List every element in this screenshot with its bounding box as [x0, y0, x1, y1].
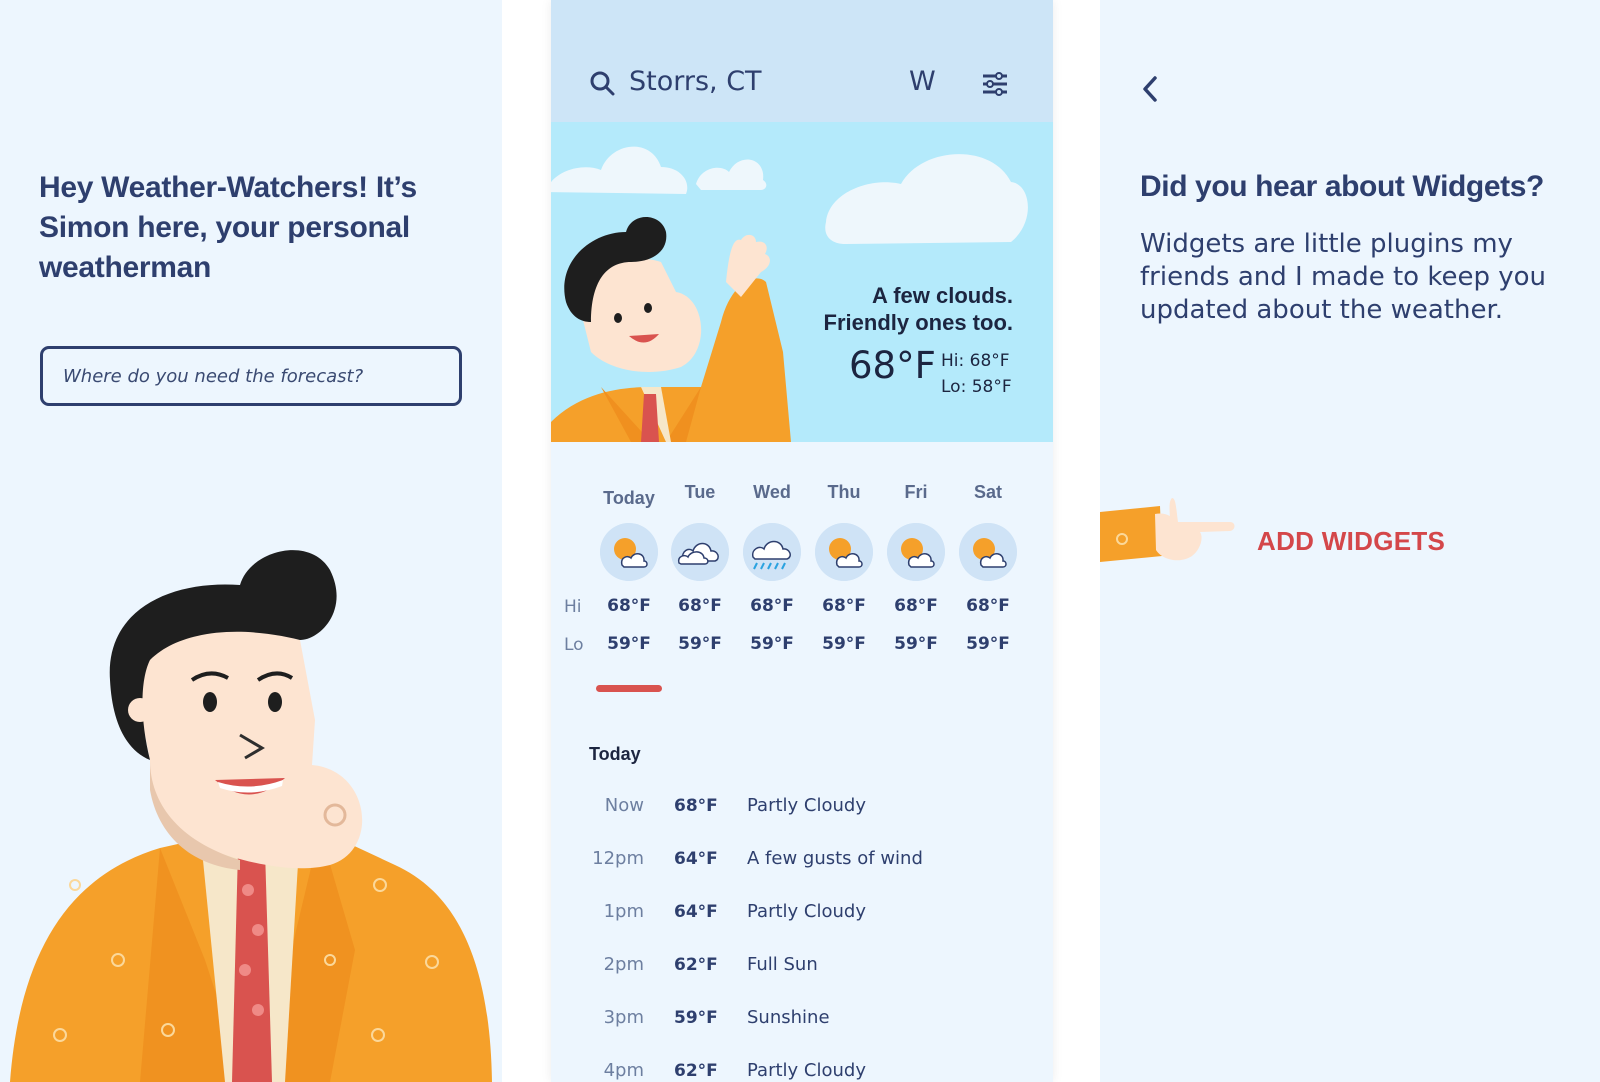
condition-summary: A few clouds. Friendly ones too. — [824, 282, 1013, 336]
widgets-button[interactable]: W — [909, 66, 936, 97]
condition-line-1: A few clouds. — [872, 283, 1013, 308]
pointing-hand-illustration — [1100, 498, 1235, 562]
current-weather-hero: A few clouds. Friendly ones too. 68°F Hi… — [551, 122, 1053, 442]
hour-temp: 62°F — [674, 955, 718, 975]
hour-desc: Partly Cloudy — [747, 1060, 866, 1081]
day-hi: 68°F — [750, 596, 794, 616]
onboarding-screen: Hey Weather-Watchers! It’s Simon here, y… — [0, 0, 502, 1082]
day-hi: 68°F — [894, 596, 938, 616]
day-lo: 59°F — [607, 634, 651, 654]
weather-screen: Storrs, CT W A few clouds. Friendly ones… — [551, 0, 1053, 1082]
partly-cloudy-icon — [600, 523, 658, 581]
hour-time: Now — [604, 795, 644, 816]
hour-desc: Full Sun — [747, 954, 818, 975]
day-hi: 68°F — [822, 596, 866, 616]
hour-time: 12pm — [592, 848, 644, 869]
widgets-title: Did you hear about Widgets? — [1140, 170, 1544, 203]
hour-time: 4pm — [603, 1060, 644, 1081]
simon-mascot-illustration — [10, 550, 492, 1082]
hourly-heading: Today — [589, 744, 641, 764]
search-icon[interactable] — [589, 70, 615, 96]
hour-temp: 62°F — [674, 1061, 718, 1081]
day-hi: 68°F — [966, 596, 1010, 616]
hour-temp: 64°F — [674, 902, 718, 922]
lo-row-label: Lo — [564, 635, 584, 655]
today-hi: Hi: 68°F — [941, 351, 1010, 371]
partly-cloudy-icon — [959, 523, 1017, 581]
hour-desc: A few gusts of wind — [747, 848, 923, 869]
forecast-search-input[interactable] — [63, 365, 439, 387]
hour-temp: 68°F — [674, 796, 718, 816]
hour-desc: Sunshine — [747, 1007, 830, 1028]
hour-time: 2pm — [603, 954, 644, 975]
day-hi: 68°F — [678, 596, 722, 616]
hour-temp: 64°F — [674, 849, 718, 869]
back-chevron-icon[interactable] — [1140, 74, 1160, 104]
hi-lo-today: Hi: 68°F Lo: 58°F — [941, 348, 1012, 400]
location-label[interactable]: Storrs, CT — [629, 66, 762, 97]
day-hi: 68°F — [607, 596, 651, 616]
day-lo: 59°F — [822, 634, 866, 654]
greeting-text: Hey Weather-Watchers! It’s Simon here, y… — [39, 171, 417, 284]
partly-cloudy-icon — [887, 523, 945, 581]
cloudy-icon — [671, 523, 729, 581]
day-name: Today — [603, 488, 655, 508]
day-name: Wed — [753, 482, 791, 502]
selected-day-indicator — [596, 685, 662, 692]
day-lo: 59°F — [966, 634, 1010, 654]
partly-cloudy-icon — [815, 523, 873, 581]
day-name: Fri — [904, 482, 928, 502]
hour-time: 3pm — [603, 1007, 644, 1028]
hour-time: 1pm — [603, 901, 644, 922]
day-name: Thu — [827, 482, 861, 502]
hour-desc: Partly Cloudy — [747, 901, 866, 922]
widgets-screen: Did you hear about Widgets? Widgets are … — [1100, 0, 1600, 1082]
today-lo: Lo: 58°F — [941, 377, 1012, 397]
widgets-description: Widgets are little plugins my friends an… — [1140, 229, 1547, 325]
condition-line-2: Friendly ones too. — [823, 310, 1013, 335]
current-temperature: 68°F — [849, 344, 936, 387]
day-lo: 59°F — [678, 634, 722, 654]
rain-icon — [743, 523, 801, 581]
hi-row-label: Hi — [564, 597, 582, 617]
add-widgets-button[interactable]: ADD WIDGETS — [1257, 526, 1445, 557]
settings-sliders-icon[interactable] — [981, 72, 1009, 96]
hour-temp: 59°F — [674, 1008, 718, 1028]
day-lo: 59°F — [894, 634, 938, 654]
hour-desc: Partly Cloudy — [747, 795, 866, 816]
day-name: Sat — [973, 482, 1002, 502]
app-header: Storrs, CT W — [551, 0, 1053, 122]
forecast-search-field[interactable] — [40, 346, 462, 406]
day-lo: 59°F — [750, 634, 794, 654]
day-name: Tue — [684, 482, 716, 502]
